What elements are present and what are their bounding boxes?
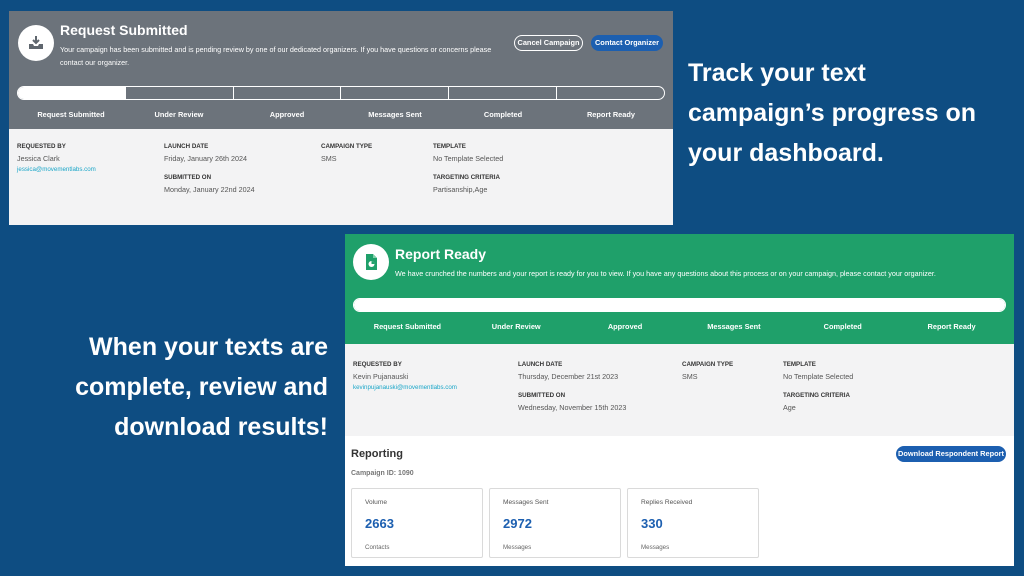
stat-label: Volume <box>365 499 387 506</box>
progress-bar <box>353 298 1006 312</box>
step-label: Report Ready <box>927 322 976 331</box>
campaign-type-label: Campaign Type <box>682 361 734 368</box>
step-label: Completed <box>823 322 862 331</box>
submitted-on-value: Monday, January 22nd 2024 <box>164 185 255 194</box>
progress-segment <box>897 299 1005 311</box>
template-label: Template <box>433 143 466 150</box>
step-label: Approved <box>607 322 643 331</box>
step-label: Messages Sent <box>707 322 761 331</box>
cancel-campaign-button[interactable]: Cancel Campaign <box>514 35 583 51</box>
campaign-details: Requested By Kevin Pujanauski kevinpujan… <box>345 344 1014 436</box>
stat-card-volume: Volume 2663 Contacts <box>351 488 483 558</box>
stat-label: Messages Sent <box>503 499 549 506</box>
banner-title: Report Ready <box>395 246 487 262</box>
progress-bar <box>17 86 665 100</box>
requested-by-email-link[interactable]: kevinpujanauski@movementlabs.com <box>353 384 457 391</box>
progress-segment <box>234 87 342 99</box>
submitted-on-label: Submitted On <box>518 392 566 399</box>
status-banner: Report Ready We have crunched the number… <box>345 234 1014 344</box>
headline-review-download: When your texts are complete, review and… <box>75 333 328 441</box>
progress-segment <box>341 87 450 99</box>
targeting-value: Age <box>783 403 796 412</box>
status-badge <box>18 25 54 61</box>
headline-track-progress: Track your text campaign’s progress on y… <box>688 59 977 167</box>
template-value: No Template Selected <box>433 154 504 163</box>
report-ready-card: Report Ready We have crunched the number… <box>345 234 1014 566</box>
requested-by-name: Jessica Clark <box>17 154 60 163</box>
stat-value: 330 <box>641 516 663 531</box>
template-value: No Template Selected <box>783 372 854 381</box>
report-document-icon <box>366 254 377 270</box>
progress-segment <box>449 87 558 99</box>
submitted-on-value: Wednesday, November 15th 2023 <box>518 403 627 412</box>
campaign-details: Requested By Jessica Clark jessica@movem… <box>9 129 673 225</box>
stat-value: 2663 <box>365 516 394 531</box>
request-submitted-card: Request Submitted Your campaign has been… <box>9 11 673 225</box>
progress-segment <box>571 299 681 311</box>
targeting-value: Partisanship,Age <box>433 185 488 194</box>
stat-card-messages-sent: Messages Sent 2972 Messages <box>489 488 621 558</box>
requested-by-name: Kevin Pujanauski <box>353 372 409 381</box>
campaign-type-value: SMS <box>321 154 337 163</box>
status-badge <box>353 244 389 280</box>
launch-date-value: Friday, January 26th 2024 <box>164 154 247 163</box>
stat-card-replies-received: Replies Received 330 Messages <box>627 488 759 558</box>
status-banner: Request Submitted Your campaign has been… <box>9 11 673 129</box>
template-label: Template <box>783 361 816 368</box>
requested-by-label: Requested By <box>353 361 402 368</box>
stat-label: Replies Received <box>641 499 693 506</box>
progress-steps: Request Submitted Under Review Approved … <box>353 322 1006 331</box>
stat-unit: Messages <box>641 544 670 551</box>
reporting-title: Reporting <box>351 448 403 460</box>
launch-date-value: Thursday, December 21st 2023 <box>518 372 619 381</box>
reporting-section: Reporting Campaign ID: 1090 Download Res… <box>345 436 1014 566</box>
progress-steps: Request Submitted Under Review Approved … <box>17 110 665 119</box>
banner-message: We have crunched the numbers and your re… <box>395 269 936 278</box>
campaign-type-label: Campaign Type <box>321 143 373 150</box>
step-label: Request Submitted <box>37 110 105 119</box>
submitted-on-label: Submitted On <box>164 174 212 181</box>
campaign-type-value: SMS <box>682 372 698 381</box>
launch-date-label: Launch Date <box>518 361 563 368</box>
stat-unit: Messages <box>503 544 532 551</box>
progress-segment <box>354 299 463 311</box>
step-label: Request Submitted <box>373 322 442 331</box>
contact-organizer-button[interactable]: Contact Organizer <box>591 35 663 51</box>
download-report-button[interactable]: Download Respondent Report <box>896 446 1006 462</box>
targeting-label: Targeting Criteria <box>783 392 850 399</box>
stat-unit: Contacts <box>365 544 390 551</box>
progress-segment <box>18 87 126 99</box>
step-label: Completed <box>483 110 523 119</box>
requested-by-email-link[interactable]: jessica@movementlabs.com <box>17 166 96 173</box>
stat-value: 2972 <box>503 516 532 531</box>
step-label: Messages Sent <box>368 110 422 119</box>
requested-by-label: Requested By <box>17 143 66 150</box>
progress-segment <box>788 299 898 311</box>
step-label: Report Ready <box>586 110 636 119</box>
progress-segment <box>462 299 572 311</box>
banner-message: Your campaign has been submitted and is … <box>60 45 492 67</box>
targeting-label: Targeting Criteria <box>433 174 500 181</box>
step-label: Approved <box>269 110 305 119</box>
campaign-id: Campaign ID: 1090 <box>351 470 414 477</box>
progress-segment <box>680 299 789 311</box>
launch-date-label: Launch Date <box>164 143 209 150</box>
step-label: Under Review <box>491 322 541 331</box>
step-label: Under Review <box>154 110 204 119</box>
progress-segment <box>557 87 664 99</box>
inbox-download-icon <box>29 36 43 49</box>
banner-title: Request Submitted <box>60 22 188 38</box>
progress-segment <box>126 87 234 99</box>
